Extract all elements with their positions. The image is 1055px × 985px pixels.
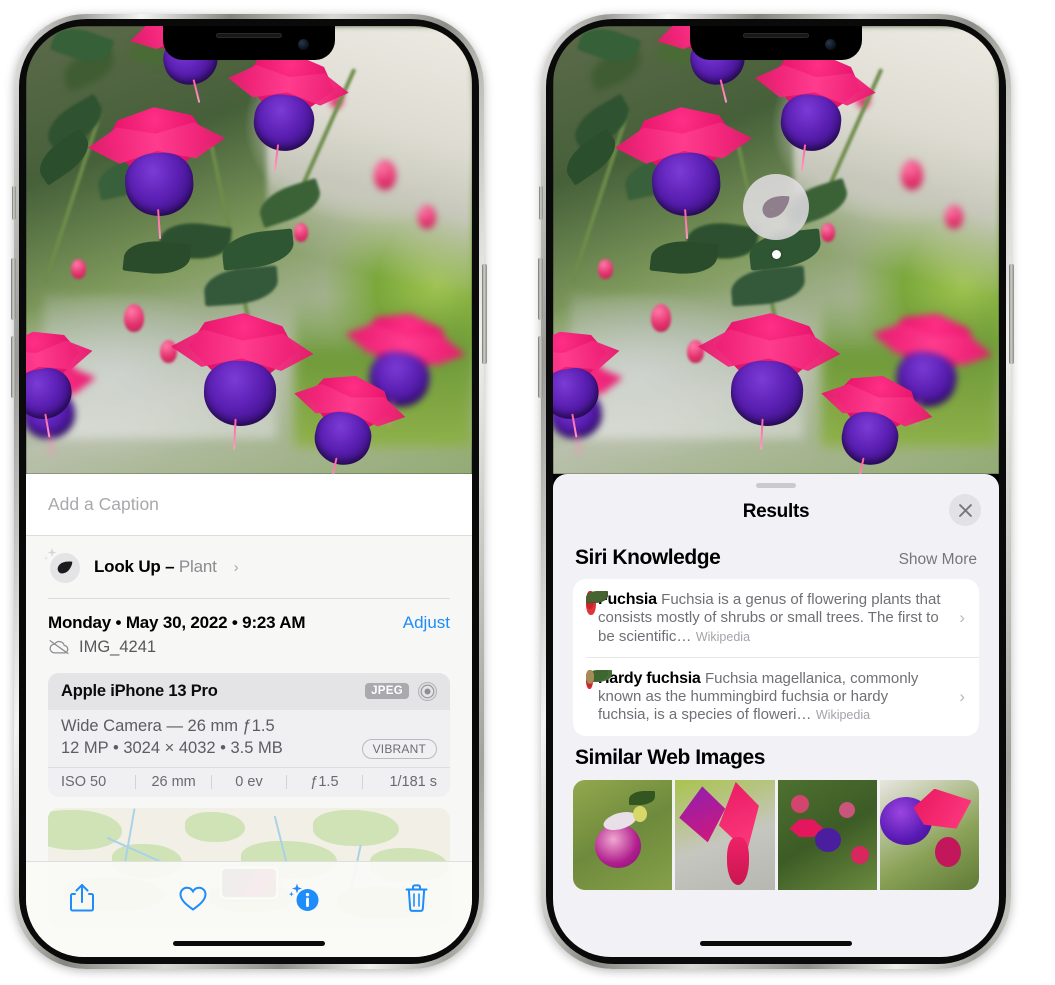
delete-button[interactable] [393,879,439,917]
lens-info: Wide Camera — 26 mm ƒ1.5 [61,716,275,735]
home-indicator[interactable] [700,941,852,946]
share-button[interactable] [59,879,105,917]
siri-knowledge-header: Siri Knowledge Show More [553,536,999,579]
right-screen: Results Siri Knowledge Show More Fuchsia… [553,26,999,957]
info-sparkle-icon [288,883,319,911]
power-button[interactable] [1009,264,1014,364]
close-button[interactable] [949,494,981,526]
results-title: Results [742,501,810,522]
look-up-kind: Plant [178,557,217,576]
knowledge-source: Wikipedia [695,629,751,644]
front-camera [825,39,836,50]
cloud-slash-icon [49,640,69,655]
close-icon [958,503,972,517]
chevron-right-icon: › [959,607,965,627]
volume-down-button[interactable] [11,336,16,398]
earpiece-speaker [216,33,282,38]
exif-focal-length: 26 mm [151,773,196,790]
format-badge: JPEG [365,683,409,699]
web-image-tile[interactable] [879,779,979,890]
caption-placeholder: Add a Caption [48,494,159,514]
silent-switch[interactable] [539,186,543,220]
date-block: Monday • May 30, 2022 • 9:23 AM Adjust I… [26,599,472,667]
web-image-tile[interactable] [573,779,673,890]
chevron-right-icon: › [959,686,965,706]
knowledge-row[interactable]: Fuchsia Fuchsia is a genus of flowering … [573,579,979,657]
volume-up-button[interactable] [538,258,543,320]
camera-info-card: Apple iPhone 13 Pro JPEG Wide Camera — 2… [48,672,450,797]
knowledge-row[interactable]: Hardy fuchsia Fuchsia magellanica, commo… [586,656,979,736]
plant-detected-badge[interactable] [743,174,809,259]
heart-icon [179,886,207,911]
power-button[interactable] [482,264,487,364]
earpiece-speaker [743,33,809,38]
leaf-icon [762,196,790,218]
look-up-row[interactable]: Look Up – Plant › [26,536,472,598]
trash-icon [405,884,428,912]
volume-up-button[interactable] [11,258,16,320]
exif-shutter-speed: 1/181 s [389,773,438,790]
knowledge-source: Wikipedia [815,708,871,723]
notch [690,26,862,60]
front-camera [298,39,309,50]
favorite-button[interactable] [170,879,216,917]
results-header: Results [553,488,999,536]
caption-row[interactable]: Add a Caption [26,474,472,536]
leaf-icon [57,561,73,574]
photographic-style-badge: VIBRANT [361,738,437,759]
notch [163,26,335,60]
silent-switch[interactable] [12,186,16,220]
exif-aperture: ƒ1.5 [310,773,339,790]
left-iphone: Add a Caption Look Up – Plant › Monday •… [11,14,487,969]
photo-view[interactable] [26,26,472,474]
siri-knowledge-title: Siri Knowledge [575,546,721,569]
exif-exposure-value: 0 ev [235,773,263,790]
exif-iso: ISO 50 [61,773,107,790]
web-image-tile[interactable] [675,779,775,890]
knowledge-title: Hardy fuchsia [598,669,701,687]
siri-knowledge-card: Fuchsia Fuchsia is a genus of flowering … [573,579,979,736]
photo-info-sheet: Add a Caption Look Up – Plant › Monday •… [26,474,472,957]
file-name: IMG_4241 [79,637,157,656]
camera-model: Apple iPhone 13 Pro [61,681,218,700]
similar-web-images-header: Similar Web Images [553,736,999,776]
look-up-title: Look Up [94,557,161,576]
badge-anchor-dot [771,250,781,259]
results-sheet: Results Siri Knowledge Show More Fuchsia… [553,474,999,957]
chevron-right-icon: › [233,558,239,576]
exif-row: ISO 50 26 mm 0 ev ƒ1.5 1/181 s [48,766,450,797]
home-indicator[interactable] [173,941,325,946]
left-screen: Add a Caption Look Up – Plant › Monday •… [26,26,472,957]
share-icon [69,884,94,912]
web-image-tile[interactable] [777,779,877,890]
info-button[interactable] [282,879,328,917]
look-up-label: Look Up – Plant [94,557,217,577]
photo-date: Monday • May 30, 2022 • 9:23 AM [48,612,306,632]
show-more-button[interactable]: Show More [899,551,977,569]
similar-web-images-strip[interactable] [573,779,979,890]
similar-web-images-title: Similar Web Images [575,745,765,769]
look-up-separator: – [165,557,175,576]
aperture-icon [417,681,438,701]
photo-view[interactable] [553,26,999,474]
adjust-button[interactable]: Adjust [403,613,450,633]
screenshot-root: Add a Caption Look Up – Plant › Monday •… [0,0,1055,985]
image-specs: 12 MP • 3024 × 4032 • 3.5 MB [61,739,283,757]
leaf-sparkle-icon [43,548,80,583]
right-iphone: Results Siri Knowledge Show More Fuchsia… [538,14,1014,969]
volume-down-button[interactable] [538,336,543,398]
